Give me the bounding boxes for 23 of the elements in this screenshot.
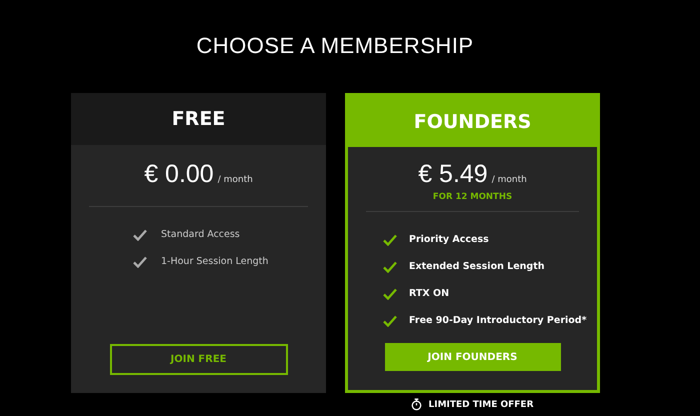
check-icon <box>383 314 397 326</box>
plan-name: FOUNDERS <box>414 110 532 132</box>
feature-text: Free 90-Day Introductory Period* <box>409 315 587 326</box>
price-period: / month <box>218 175 253 185</box>
check-icon <box>133 228 147 240</box>
price-period: / month <box>492 175 527 185</box>
join-button[interactable]: JOIN FREE <box>110 344 288 375</box>
check-icon <box>383 288 397 300</box>
price-amount: € 5.49 <box>418 160 488 189</box>
feature-text: RTX ON <box>409 288 450 299</box>
feature-text: Priority Access <box>409 234 489 245</box>
plan-name: FREE <box>172 108 226 130</box>
feature-text: 1-Hour Session Length <box>161 256 268 267</box>
check-icon <box>133 256 147 268</box>
offer-text: LIMITED TIME OFFER <box>428 400 534 410</box>
feature-text: Extended Session Length <box>409 261 545 272</box>
stopwatch-icon <box>411 398 422 411</box>
feature-text: Standard Access <box>161 229 240 240</box>
price-amount: € 0.00 <box>144 160 214 189</box>
check-icon <box>383 234 397 246</box>
check-icon <box>383 260 397 272</box>
price-term: FOR 12 MONTHS <box>432 192 514 202</box>
page-title: CHOOSE A MEMBERSHIP <box>196 32 474 60</box>
